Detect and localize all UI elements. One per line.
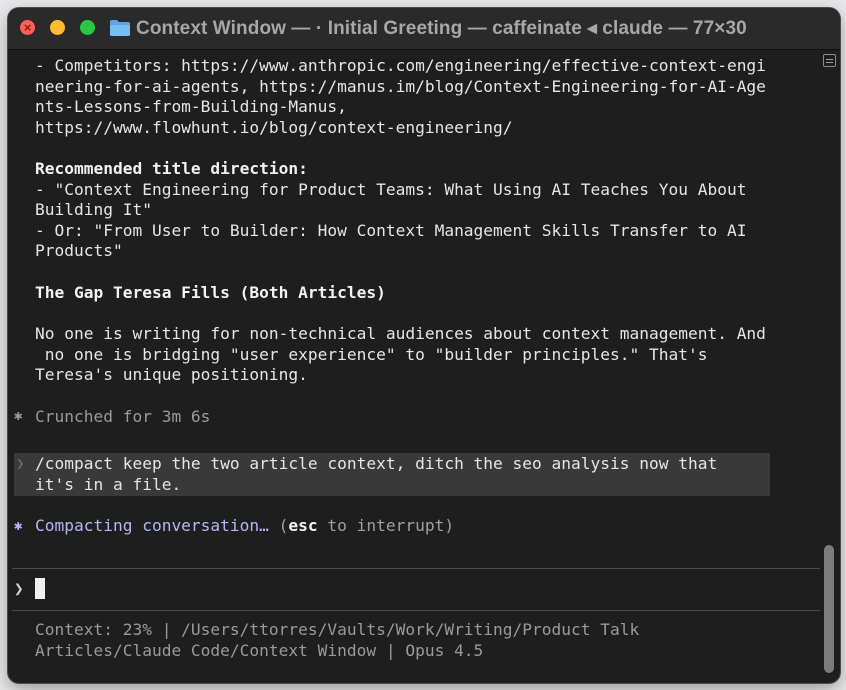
asterisk-icon: ✱ (14, 408, 23, 424)
output-line: - "Context Engineering for Product Teams… (35, 179, 747, 199)
status-text: Crunched for 3m 6s (35, 407, 211, 426)
output-line: Building It" (35, 200, 152, 220)
terminal-output: - Competitors: https://www.anthropic.com… (8, 49, 820, 683)
maximize-button[interactable] (80, 20, 95, 35)
output-line: - Or: "From User to Builder: How Context… (35, 220, 747, 240)
output-line: neering-for-ai-agents, https://manus.im/… (35, 76, 766, 96)
close-icon: × (23, 21, 33, 34)
user-prompt-line: it's in a file. (35, 474, 182, 494)
output-line: No one is writing for non-technical audi… (35, 324, 766, 343)
output-line: Teresa's unique positioning. (35, 365, 308, 385)
output-line: - Competitors: https://www.anthropic.com… (35, 56, 766, 75)
window-title: Context Window — · Initial Greeting — ca… (136, 18, 747, 39)
footer-status: Context: 23% | /Users/ttorres/Vaults/Wor… (35, 620, 640, 639)
output-line: nts-Lessons-from-Building-Manus, (35, 97, 347, 117)
chevron-right-icon: ❯ (14, 579, 24, 598)
compacting-status: Compacting conversation… (esc to interru… (35, 516, 454, 537)
section-heading: The Gap Teresa Fills (Both Articles) (35, 283, 386, 302)
title-bar[interactable]: × Context Window — · Initial Greeting — … (8, 8, 840, 50)
scrollbar[interactable] (820, 72, 840, 683)
output-line: no one is bridging "user experience" to … (35, 344, 708, 364)
close-button[interactable]: × (20, 20, 35, 35)
scrollbar-thumb[interactable] (824, 545, 834, 673)
divider (12, 568, 820, 569)
text-cursor[interactable] (35, 578, 45, 599)
footer-status: Articles/Claude Code/Context Window | Op… (35, 640, 484, 660)
esc-key: esc (288, 516, 318, 535)
section-heading: Recommended title direction: (35, 159, 308, 178)
output-line: Products" (35, 241, 123, 261)
user-prompt-line: /compact keep the two article context, d… (35, 454, 718, 473)
terminal-window: × Context Window — · Initial Greeting — … (8, 8, 840, 683)
minimize-button[interactable] (50, 20, 65, 35)
compacting-label: Compacting conversation… (35, 516, 269, 535)
list-toggle-icon[interactable] (823, 54, 836, 67)
divider (12, 610, 820, 611)
folder-icon (110, 20, 130, 36)
compacting-paren: ( (268, 516, 289, 535)
compacting-rest: to interrupt) (317, 516, 455, 535)
asterisk-icon: ✱ (14, 518, 23, 534)
chevron-right-icon: ❯ (16, 456, 25, 472)
output-line: https://www.flowhunt.io/blog/context-eng… (35, 117, 513, 137)
